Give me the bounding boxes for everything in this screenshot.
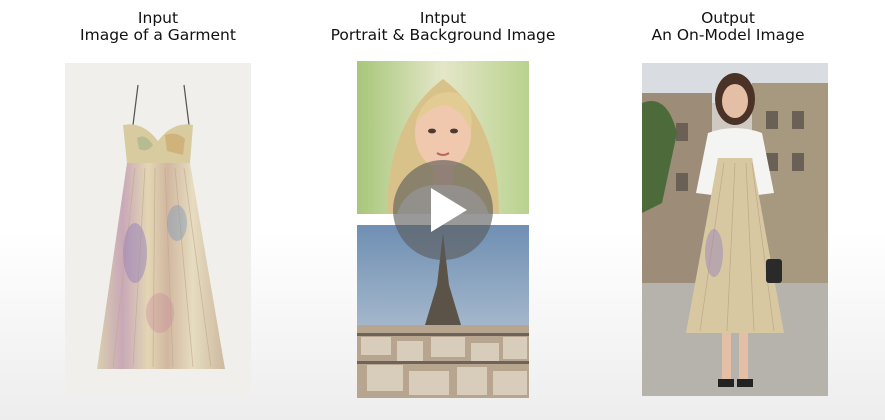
on-model-output-image: [642, 63, 828, 396]
column-title-portrait-background: Intput Portrait & Background Image: [310, 10, 576, 44]
column-heading: Output: [701, 9, 755, 27]
play-button[interactable]: [393, 160, 493, 260]
column-title-output: Output An On-Model Image: [628, 10, 828, 44]
play-icon: [431, 188, 467, 232]
column-heading: Input: [137, 9, 179, 27]
garment-image: [65, 63, 251, 396]
column-subheading: Portrait & Background Image: [330, 26, 556, 44]
column-title-garment: Input Image of a Garment: [70, 10, 246, 44]
column-subheading: Image of a Garment: [80, 26, 236, 44]
column-subheading: An On-Model Image: [651, 26, 805, 44]
column-heading: Intput: [419, 9, 467, 27]
